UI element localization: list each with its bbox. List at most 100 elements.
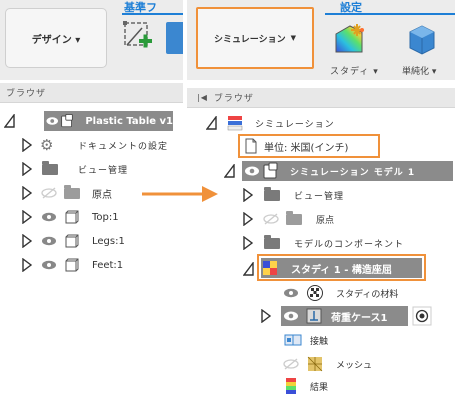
tree-item-label: 結果	[310, 382, 329, 393]
left-tree-item-feet[interactable]: Feet:1	[40, 255, 123, 275]
model-item-components[interactable]: モデルのコンポーネント	[264, 233, 404, 253]
tree-item-label: ビュー管理	[78, 165, 129, 176]
study-item-results[interactable]: 結果	[284, 376, 328, 396]
tree-item-label: Top:1	[92, 211, 119, 223]
create-sketch-icon[interactable]	[122, 20, 156, 54]
collapsed-caret-icon[interactable]	[22, 162, 32, 176]
collapsed-caret-icon[interactable]	[243, 188, 253, 202]
expanded-caret-icon[interactable]	[224, 164, 236, 178]
tree-item-label: 原点	[92, 189, 112, 201]
study-item-materials[interactable]: スタディの材料	[282, 283, 398, 303]
right-ribbon-group-underline	[325, 13, 455, 15]
plane-icon[interactable]	[166, 22, 183, 54]
eye-icon[interactable]	[40, 234, 58, 248]
folder-icon	[42, 160, 58, 175]
right-root-label: シミュレーション	[255, 119, 335, 130]
left-tree-root[interactable]: Plastic Table v1	[44, 111, 173, 131]
right-browser-header: |◀ ブラウザ	[187, 88, 455, 108]
study-label[interactable]: スタディ ▾	[330, 64, 379, 77]
document-icon	[245, 138, 257, 154]
left-browser-label: ブラウザ	[6, 89, 47, 99]
folder-icon	[64, 184, 80, 199]
expanded-caret-icon[interactable]	[243, 262, 255, 276]
component-icon	[61, 113, 74, 128]
eye-icon[interactable]	[282, 286, 300, 300]
study-item-load-case[interactable]: 荷重ケース1	[281, 306, 408, 326]
folder-icon	[264, 234, 280, 249]
eye-icon[interactable]	[44, 111, 61, 131]
tree-item-label: ドキュメントの設定	[78, 141, 169, 152]
chevron-down-icon: ▼	[290, 34, 297, 42]
model-item-origin[interactable]: 原点	[262, 209, 334, 229]
mesh-icon	[307, 356, 323, 372]
folder-icon	[286, 210, 302, 225]
study-row[interactable]: スタディ 1 - 構造座屈	[261, 258, 422, 278]
study-item-contacts[interactable]: 接触	[284, 330, 328, 350]
body-icon	[65, 258, 79, 272]
materials-icon	[307, 285, 323, 301]
right-browser-label: ブラウザ	[213, 94, 254, 104]
simulation-model-row[interactable]: シミュレーション モデル 1	[242, 161, 453, 181]
left-root-label: Plastic Table v1	[85, 115, 173, 127]
study-item-mesh[interactable]: メッシュ	[282, 354, 372, 374]
collapsed-caret-icon[interactable]	[243, 212, 253, 226]
expanded-caret-icon[interactable]	[4, 114, 16, 128]
collapsed-caret-icon[interactable]	[22, 258, 32, 272]
study-label-text: スタディ 1 - 構造座屈	[291, 264, 392, 276]
tree-item-label: モデルのコンポーネント	[294, 239, 405, 250]
design-workspace-label: デザイン ▾	[31, 34, 81, 46]
hidden-eye-icon[interactable]	[40, 186, 58, 200]
active-radio-icon[interactable]	[412, 306, 432, 326]
eye-icon[interactable]	[40, 258, 58, 272]
study-small-icon	[263, 261, 277, 275]
simulation-icon	[227, 116, 243, 131]
collapse-browser-icon[interactable]: |◀	[197, 93, 208, 102]
results-icon	[286, 378, 296, 394]
body-icon	[65, 210, 79, 224]
simulation-workspace-button[interactable]: シミュレーション ▼	[196, 7, 314, 69]
right-tree-root[interactable]: シミュレーション	[227, 113, 335, 133]
hidden-eye-icon[interactable]	[282, 357, 300, 371]
tree-item-label: Feet:1	[92, 259, 124, 271]
transition-arrow-icon	[142, 186, 218, 202]
units-row[interactable]: 単位: 米国(インチ)	[244, 136, 348, 156]
collapsed-caret-icon[interactable]	[22, 186, 32, 200]
tree-item-label: 荷重ケース1	[331, 312, 388, 324]
folder-icon	[264, 186, 280, 201]
body-icon	[65, 234, 79, 248]
collapsed-caret-icon[interactable]	[22, 210, 32, 224]
tree-item-label: メッシュ	[336, 360, 373, 371]
collapsed-caret-icon[interactable]	[261, 309, 271, 323]
left-ribbon-group-underline	[122, 13, 183, 15]
component-icon	[263, 162, 278, 179]
eye-icon[interactable]	[242, 161, 262, 181]
eye-icon[interactable]	[40, 210, 58, 224]
load-case-icon	[306, 308, 322, 324]
collapsed-caret-icon[interactable]	[22, 138, 32, 152]
left-tree-item-legs[interactable]: Legs:1	[40, 231, 125, 251]
tree-item-label: スタディの材料	[336, 289, 399, 300]
model-item-named-views[interactable]: ビュー管理	[264, 185, 344, 205]
collapsed-caret-icon[interactable]	[22, 234, 32, 248]
gear-icon: ⚙	[40, 136, 54, 154]
collapsed-caret-icon[interactable]	[243, 236, 253, 250]
tree-item-label: 接触	[310, 336, 329, 347]
simulation-workspace-label: シミュレーション	[213, 34, 286, 45]
study-icon[interactable]	[332, 22, 372, 56]
eye-icon[interactable]	[281, 306, 301, 326]
left-tree-item-named-views[interactable]: ビュー管理	[42, 159, 128, 179]
tree-item-label: Legs:1	[92, 235, 125, 247]
tree-item-label: 原点	[316, 215, 335, 226]
design-workspace-button[interactable]: デザイン ▾	[5, 8, 107, 68]
left-browser-header: ブラウザ	[0, 83, 183, 103]
tree-item-label: ビュー管理	[294, 191, 345, 202]
units-label: 単位: 米国(インチ)	[264, 142, 349, 154]
hidden-eye-icon[interactable]	[262, 212, 280, 226]
left-tree-item-top[interactable]: Top:1	[40, 207, 119, 227]
left-tree-item-origin[interactable]: 原点	[40, 183, 112, 203]
expanded-caret-icon[interactable]	[206, 116, 218, 130]
left-tree-item-document-settings[interactable]: ⚙ ドキュメントの設定	[40, 135, 168, 155]
simplify-icon[interactable]	[406, 22, 436, 56]
simplify-label[interactable]: 単純化 ▾	[402, 64, 436, 77]
simulation-model-label: シミュレーション モデル 1	[290, 167, 416, 178]
